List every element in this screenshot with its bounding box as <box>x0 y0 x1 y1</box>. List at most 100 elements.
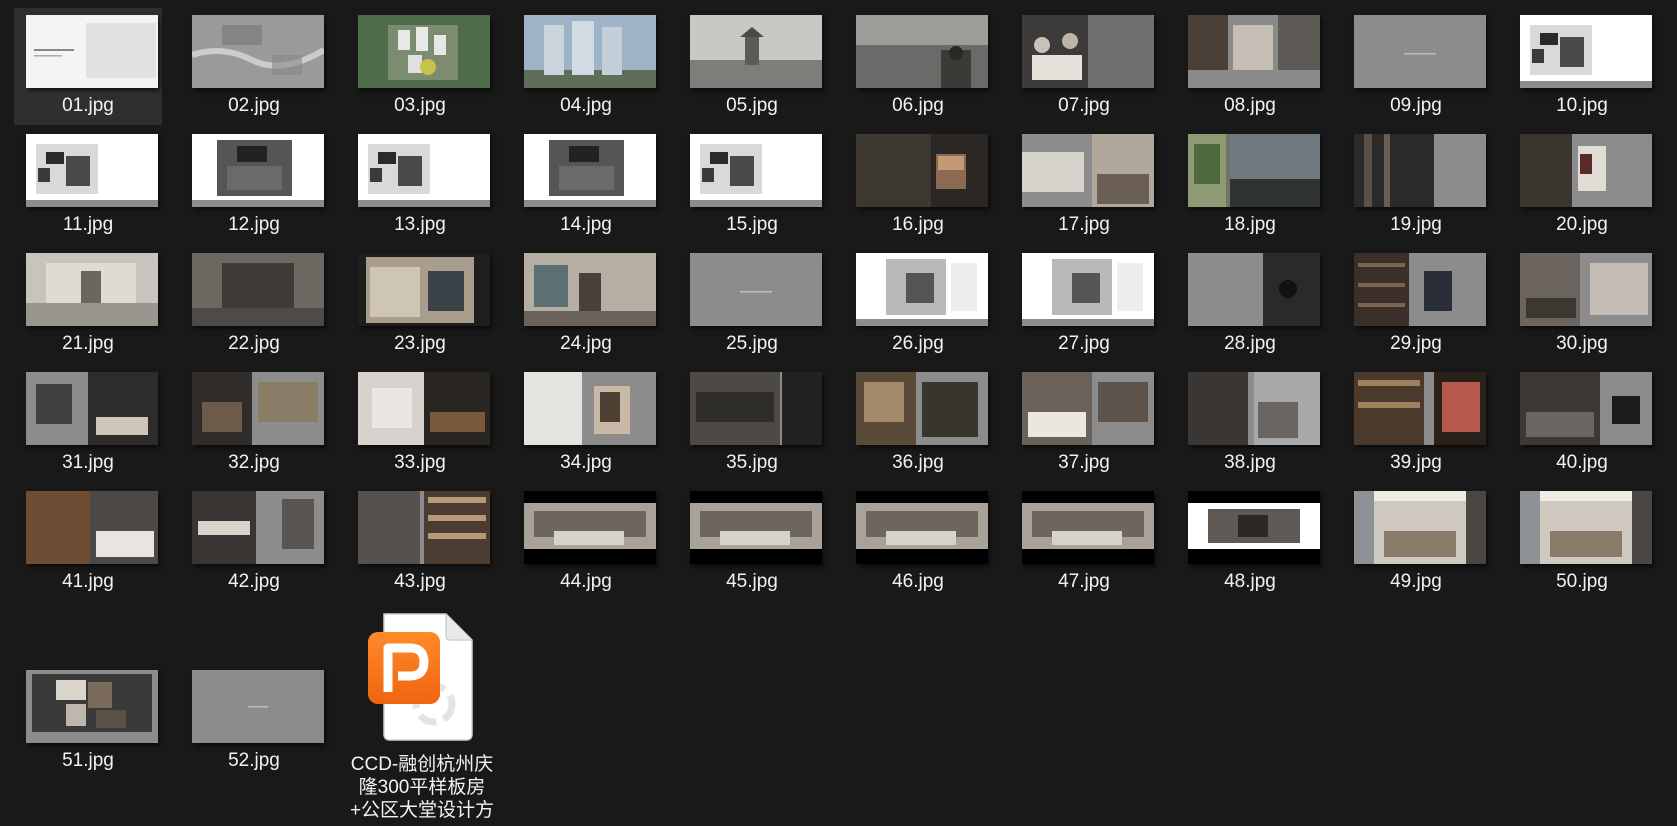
file-item-pdf[interactable]: CCD-融创杭州庆隆300平样板房+公区大堂设计方 <box>346 608 498 826</box>
file-item[interactable]: 45.jpg <box>678 484 826 601</box>
file-name: 44.jpg <box>560 571 612 592</box>
file-thumbnail <box>1520 253 1652 326</box>
file-name: 17.jpg <box>1058 214 1110 235</box>
file-item[interactable]: 35.jpg <box>678 365 826 482</box>
file-item[interactable]: 46.jpg <box>844 484 992 601</box>
file-name: 50.jpg <box>1556 571 1608 592</box>
file-name: 37.jpg <box>1058 452 1110 473</box>
file-item[interactable]: 47.jpg <box>1010 484 1158 601</box>
wps-pdf-icon <box>368 613 473 741</box>
file-thumbnail <box>192 15 324 88</box>
file-name: 45.jpg <box>726 571 778 592</box>
file-grid: 01.jpg 02.jpg 03.jpg 04.jpg 05.jpg 06.jpg 07.j… <box>14 8 1656 603</box>
file-thumbnail <box>524 372 656 445</box>
file-item[interactable]: 20.jpg <box>1508 127 1656 244</box>
file-item[interactable]: 02.jpg <box>180 8 328 125</box>
file-thumbnail <box>358 253 490 326</box>
file-item[interactable]: 40.jpg <box>1508 365 1656 482</box>
file-item[interactable]: 52.jpg <box>180 608 328 771</box>
file-item[interactable]: 11.jpg <box>14 127 162 244</box>
file-item[interactable]: 29.jpg <box>1342 246 1490 363</box>
file-item[interactable]: 23.jpg <box>346 246 494 363</box>
file-item[interactable]: 06.jpg <box>844 8 992 125</box>
file-item[interactable]: 34.jpg <box>512 365 660 482</box>
file-thumbnail <box>1188 15 1320 88</box>
file-thumbnail <box>690 372 822 445</box>
file-item[interactable]: 48.jpg <box>1176 484 1324 601</box>
file-item[interactable]: 24.jpg <box>512 246 660 363</box>
file-item[interactable]: 07.jpg <box>1010 8 1158 125</box>
file-item[interactable]: 08.jpg <box>1176 8 1324 125</box>
file-item[interactable]: 16.jpg <box>844 127 992 244</box>
file-thumbnail <box>1188 491 1320 564</box>
file-item[interactable]: 05.jpg <box>678 8 826 125</box>
file-thumbnail <box>192 253 324 326</box>
file-item[interactable]: 25.jpg <box>678 246 826 363</box>
file-item[interactable]: 33.jpg <box>346 365 494 482</box>
file-item[interactable]: 36.jpg <box>844 365 992 482</box>
file-item[interactable]: 27.jpg <box>1010 246 1158 363</box>
file-item[interactable]: 03.jpg <box>346 8 494 125</box>
file-name: 15.jpg <box>726 214 778 235</box>
file-thumbnail <box>1520 372 1652 445</box>
file-name: 40.jpg <box>1556 452 1608 473</box>
file-item[interactable]: 37.jpg <box>1010 365 1158 482</box>
file-item[interactable]: 49.jpg <box>1342 484 1490 601</box>
file-name: 14.jpg <box>560 214 612 235</box>
file-name: 03.jpg <box>394 95 446 116</box>
file-item[interactable]: 21.jpg <box>14 246 162 363</box>
file-item[interactable]: 42.jpg <box>180 484 328 601</box>
file-name: 11.jpg <box>62 214 114 235</box>
file-thumbnail <box>26 134 158 207</box>
file-item[interactable]: 10.jpg <box>1508 8 1656 125</box>
file-item[interactable]: 15.jpg <box>678 127 826 244</box>
file-thumbnail <box>1022 253 1154 326</box>
file-name: 29.jpg <box>1390 333 1442 354</box>
file-item[interactable]: 39.jpg <box>1342 365 1490 482</box>
file-name: 46.jpg <box>892 571 944 592</box>
file-thumbnail <box>1022 134 1154 207</box>
file-item[interactable]: 01.jpg <box>14 8 162 125</box>
file-item[interactable]: 04.jpg <box>512 8 660 125</box>
file-item[interactable]: 22.jpg <box>180 246 328 363</box>
file-thumbnail <box>1022 372 1154 445</box>
file-item[interactable]: 51.jpg <box>14 608 162 771</box>
file-thumbnail <box>26 15 158 88</box>
file-name: 36.jpg <box>892 452 944 473</box>
file-item[interactable]: 43.jpg <box>346 484 494 601</box>
file-thumbnail <box>1354 491 1486 564</box>
file-item[interactable]: 13.jpg <box>346 127 494 244</box>
file-item[interactable]: 38.jpg <box>1176 365 1324 482</box>
file-item[interactable]: 17.jpg <box>1010 127 1158 244</box>
file-item[interactable]: 31.jpg <box>14 365 162 482</box>
file-thumbnail <box>26 372 158 445</box>
file-name: 43.jpg <box>394 571 446 592</box>
file-item[interactable]: 18.jpg <box>1176 127 1324 244</box>
file-name: 13.jpg <box>394 214 446 235</box>
file-thumbnail <box>358 134 490 207</box>
file-item[interactable]: 30.jpg <box>1508 246 1656 363</box>
file-item[interactable]: 19.jpg <box>1342 127 1490 244</box>
file-thumbnail <box>26 491 158 564</box>
file-name: 04.jpg <box>560 95 612 116</box>
file-name: 25.jpg <box>726 333 778 354</box>
file-item[interactable]: 26.jpg <box>844 246 992 363</box>
file-name: 38.jpg <box>1224 452 1276 473</box>
file-name: 21.jpg <box>62 333 114 354</box>
file-name: 48.jpg <box>1224 571 1276 592</box>
file-item[interactable]: 50.jpg <box>1508 484 1656 601</box>
file-item[interactable]: 28.jpg <box>1176 246 1324 363</box>
file-item[interactable]: 14.jpg <box>512 127 660 244</box>
file-item[interactable]: 44.jpg <box>512 484 660 601</box>
file-thumbnail <box>690 15 822 88</box>
file-thumbnail <box>1354 253 1486 326</box>
file-item[interactable]: 09.jpg <box>1342 8 1490 125</box>
file-name: 32.jpg <box>228 452 280 473</box>
file-name: 01.jpg <box>62 95 114 116</box>
file-item[interactable]: 32.jpg <box>180 365 328 482</box>
file-thumbnail <box>1354 15 1486 88</box>
file-item[interactable]: 12.jpg <box>180 127 328 244</box>
file-thumbnail <box>358 491 490 564</box>
file-name: 09.jpg <box>1390 95 1442 116</box>
file-item[interactable]: 41.jpg <box>14 484 162 601</box>
